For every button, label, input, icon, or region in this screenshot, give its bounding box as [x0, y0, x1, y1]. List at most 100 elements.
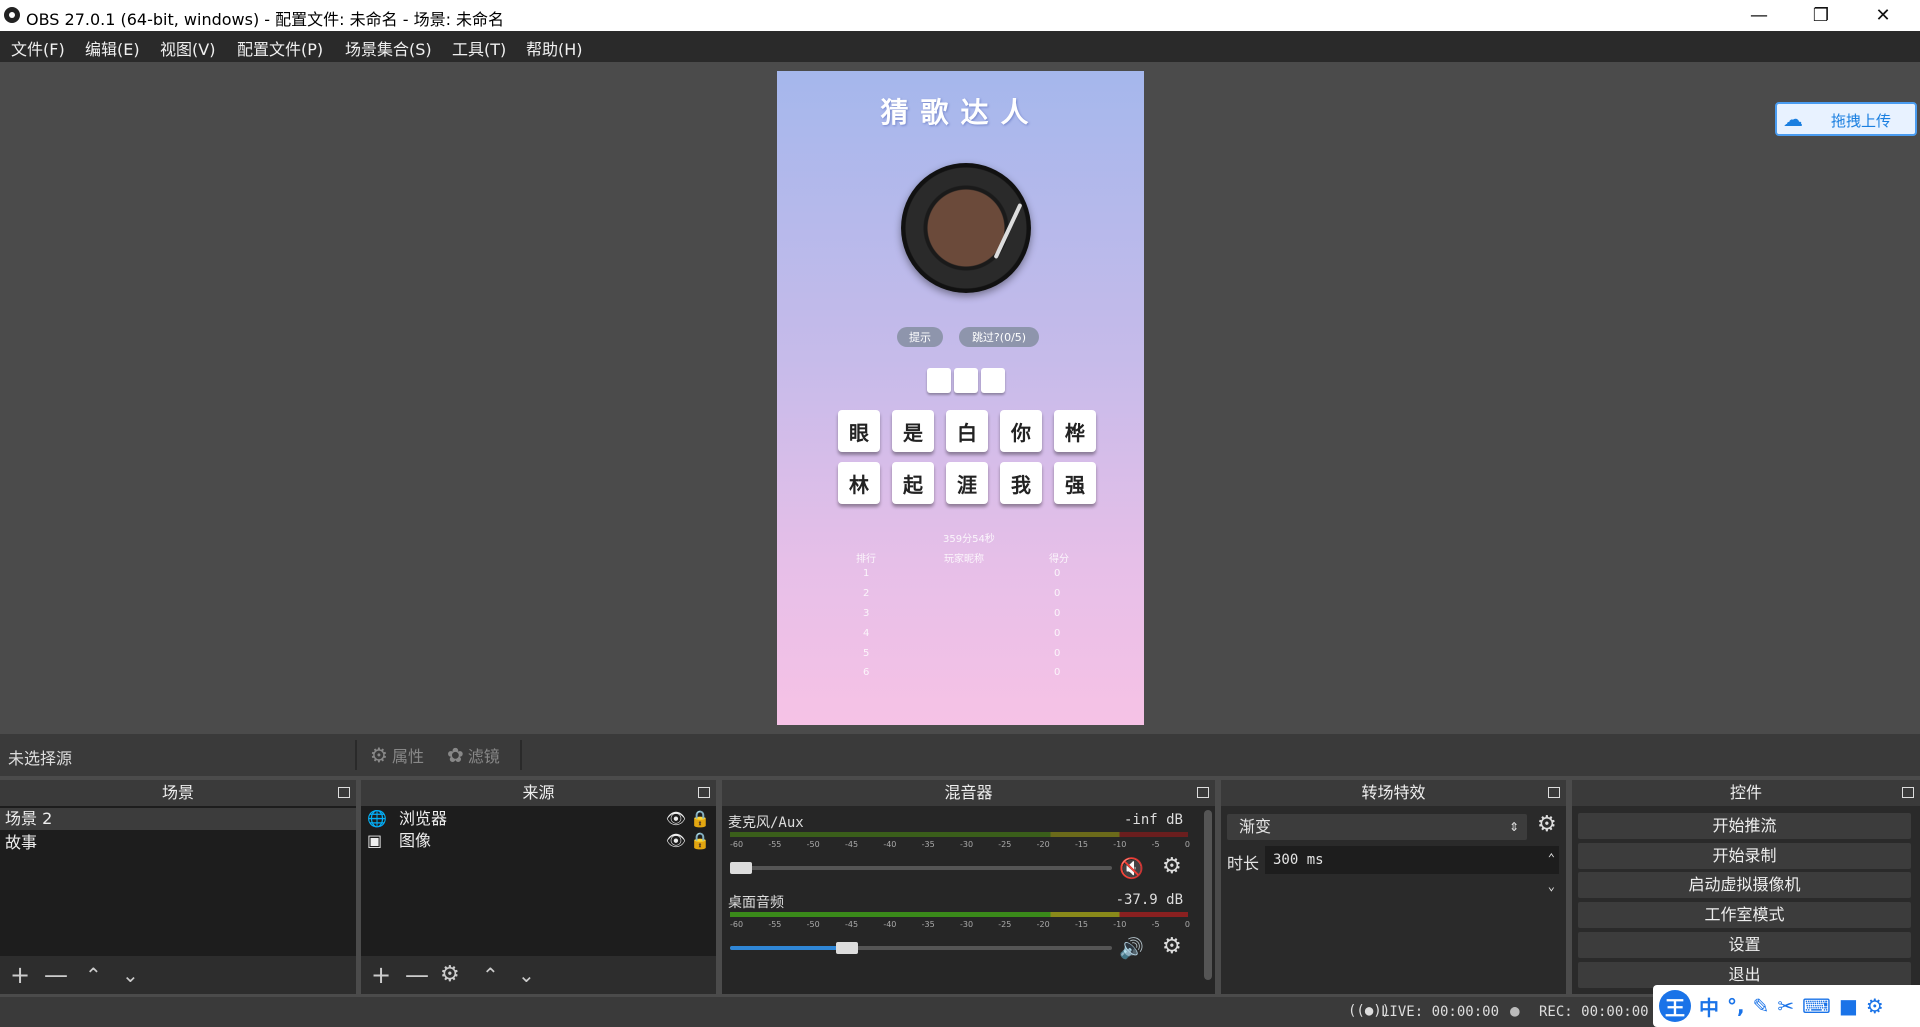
visibility-eye-icon[interactable]: 👁: [666, 830, 686, 852]
spinner-icon[interactable]: ⌃ ⌄: [1548, 844, 1555, 900]
properties-button[interactable]: ⚙ 属性: [370, 743, 424, 767]
start-streaming-button[interactable]: 开始推流: [1578, 813, 1911, 839]
menu-view[interactable]: 视图(V): [160, 36, 215, 60]
undock-icon[interactable]: [698, 787, 710, 798]
no-source-label: 未选择源: [8, 749, 73, 768]
speaker-icon[interactable]: 🔊: [1119, 936, 1144, 960]
filter-icon: ✿: [447, 743, 464, 767]
undock-icon[interactable]: [1197, 787, 1209, 798]
scale-tick: -60: [730, 840, 744, 849]
move-down-button[interactable]: ⌄: [518, 962, 535, 988]
scale-tick: -60: [730, 920, 744, 929]
shirt-icon[interactable]: ■: [1839, 994, 1858, 1018]
char-tile[interactable]: 你: [1000, 410, 1042, 452]
source-label: 图像: [399, 831, 432, 850]
add-source-button[interactable]: +: [371, 962, 391, 988]
ime-toolbar[interactable]: 王 中 °, ✎ ✂ ⌨ ■ ⚙: [1653, 985, 1920, 1027]
mixer-body: 麦克风/Aux -inf dB -60 -55 -50 -45 -40 -35 -30 -25…: [722, 806, 1215, 994]
divider: [355, 740, 357, 770]
char-tile[interactable]: 桦: [1054, 410, 1096, 452]
scale-tick: -20: [1036, 920, 1050, 929]
char-tile[interactable]: 强: [1054, 462, 1096, 504]
preview-canvas[interactable]: 猜歌达人 提示 跳过?(0/5) 眼 是 白 你 桦 林 起 涯 我 强 359…: [777, 71, 1144, 725]
undock-icon[interactable]: [1902, 787, 1914, 798]
source-label: 浏览器: [399, 809, 448, 828]
remove-scene-button[interactable]: —: [44, 962, 68, 988]
keyboard-icon[interactable]: ⌨: [1802, 994, 1831, 1018]
mixer-scrollbar[interactable]: [1204, 810, 1212, 980]
transition-settings-gear-icon[interactable]: ⚙: [1537, 812, 1557, 837]
audio-level-meter: [730, 832, 1188, 837]
remove-source-button[interactable]: —: [405, 962, 429, 988]
menu-edit[interactable]: 编辑(E): [85, 36, 140, 60]
muted-speaker-icon[interactable]: 🔇: [1119, 856, 1144, 880]
char-tile[interactable]: 我: [1000, 462, 1042, 504]
filters-button[interactable]: ✿ 滤镜: [447, 743, 500, 767]
ime-logo[interactable]: 王: [1659, 990, 1691, 1022]
undock-icon[interactable]: [338, 787, 350, 798]
filters-label: 滤镜: [467, 747, 500, 766]
mixer-channel-level: -37.9 dB: [1115, 892, 1183, 908]
studio-mode-button[interactable]: 工作室模式: [1578, 902, 1911, 928]
char-tile[interactable]: 涯: [946, 462, 988, 504]
add-scene-button[interactable]: +: [10, 962, 30, 988]
move-up-button[interactable]: ⌃: [482, 962, 499, 988]
move-up-button[interactable]: ⌃: [85, 962, 102, 988]
volume-slider-knob[interactable]: [730, 862, 752, 874]
maximize-button[interactable]: ❐: [1790, 0, 1852, 31]
scale-tick: -10: [1113, 840, 1127, 849]
duration-input[interactable]: 300 ms ⌃ ⌄: [1265, 846, 1559, 893]
undock-icon[interactable]: [1548, 787, 1560, 798]
rank-header: 排行: [856, 554, 876, 565]
minimize-button[interactable]: —: [1728, 0, 1790, 31]
transition-type-value: 渐变: [1239, 817, 1272, 836]
transition-type-select[interactable]: 渐变 ⇕: [1227, 814, 1527, 840]
close-button[interactable]: ✕: [1852, 0, 1914, 31]
char-tile[interactable]: 林: [838, 462, 880, 504]
menu-profile[interactable]: 配置文件(P): [237, 36, 323, 60]
start-recording-button[interactable]: 开始录制: [1578, 843, 1911, 869]
cloud-icon: ☁: [1783, 107, 1803, 131]
lock-icon[interactable]: 🔒: [690, 830, 710, 852]
char-tile[interactable]: 起: [892, 462, 934, 504]
start-virtual-camera-button[interactable]: 启动虚拟摄像机: [1578, 872, 1911, 898]
settings-button[interactable]: 设置: [1578, 932, 1911, 958]
source-settings-gear-icon[interactable]: ⚙: [440, 962, 460, 988]
lock-icon[interactable]: 🔒: [690, 808, 710, 830]
move-down-button[interactable]: ⌄: [122, 962, 139, 988]
scissors-icon[interactable]: ✂: [1777, 994, 1794, 1018]
mixer-channel-name: 桌面音频: [728, 895, 784, 911]
char-tile[interactable]: 是: [892, 410, 934, 452]
channel-settings-gear-icon[interactable]: ⚙: [1162, 934, 1182, 959]
scale-tick: -40: [883, 920, 897, 929]
punctuation-icon[interactable]: °,: [1727, 994, 1745, 1018]
ime-chinese-mode[interactable]: 中: [1699, 992, 1719, 1021]
scene-item[interactable]: 场景 2: [0, 808, 356, 830]
menu-file[interactable]: 文件(F): [11, 36, 65, 60]
char-tile[interactable]: 白: [946, 410, 988, 452]
channel-settings-gear-icon[interactable]: ⚙: [1162, 854, 1182, 879]
mixer-channel-level: -inf dB: [1123, 812, 1183, 828]
scene-item[interactable]: 故事: [0, 832, 356, 854]
char-tile[interactable]: 眼: [838, 410, 880, 452]
menu-tools[interactable]: 工具(T): [452, 36, 506, 60]
visibility-eye-icon[interactable]: 👁: [666, 808, 686, 830]
menu-scene-collection[interactable]: 场景集合(S): [345, 36, 432, 60]
game-title: 猜歌达人: [880, 96, 1041, 129]
skip-button[interactable]: 跳过?(0/5): [959, 327, 1039, 347]
rank-number: 5: [863, 648, 870, 659]
volume-slider-knob[interactable]: [836, 942, 858, 954]
source-item[interactable]: ▣ 图像 👁 🔒: [361, 830, 716, 852]
scenes-dock: 场景 场景 2 故事 + — ⌃ ⌄: [0, 780, 356, 994]
menu-help[interactable]: 帮助(H): [526, 36, 583, 60]
mixer-title: 混音器: [944, 783, 993, 802]
ime-settings-gear-icon[interactable]: ⚙: [1866, 994, 1884, 1018]
hint-button[interactable]: 提示: [897, 327, 943, 347]
pen-icon[interactable]: ✎: [1753, 994, 1770, 1018]
volume-slider-track[interactable]: [730, 866, 1112, 870]
scenes-header: 场景: [0, 780, 356, 806]
source-item[interactable]: 🌐 浏览器 👁 🔒: [361, 808, 716, 830]
drag-upload-widget[interactable]: ☁ 拖拽上传: [1775, 102, 1917, 136]
scale-tick: -40: [883, 840, 897, 849]
transitions-dock: 转场特效 渐变 ⇕ ⚙ 时长 300 ms ⌃ ⌄: [1221, 780, 1566, 994]
